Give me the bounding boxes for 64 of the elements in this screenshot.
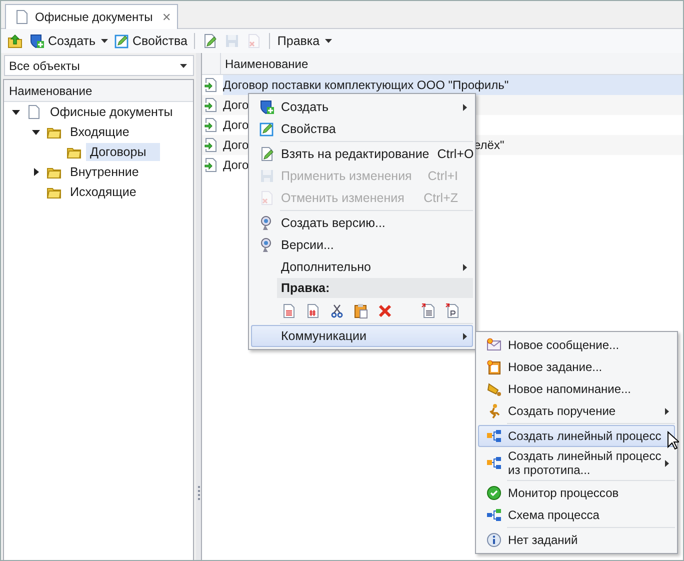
info-icon — [486, 532, 502, 548]
document-tab[interactable]: Офисные документы ✕ — [5, 4, 178, 29]
submenu-arrow-icon — [665, 408, 669, 415]
menu-item[interactable]: Коммуникации — [251, 325, 473, 347]
envelope-icon — [486, 337, 502, 353]
scissors-icon[interactable] — [329, 303, 345, 319]
tree-item[interactable]: Входящие — [66, 123, 134, 141]
menu-item[interactable]: Нет заданий — [478, 529, 675, 551]
pencil-square-icon — [114, 33, 130, 49]
task-icon — [486, 359, 502, 375]
paste-icon[interactable] — [353, 303, 369, 319]
dropdown-button[interactable]: Создать — [27, 31, 110, 51]
close-icon[interactable]: ✕ — [162, 10, 171, 24]
menu-item[interactable]: Создать — [251, 96, 473, 118]
document-hash-icon[interactable] — [305, 303, 321, 319]
caret-icon — [324, 39, 332, 43]
tree-item[interactable]: Договоры — [86, 143, 160, 161]
check-circle-icon — [486, 485, 502, 501]
menu-item[interactable]: Новое сообщение... — [478, 334, 675, 356]
menu-item[interactable]: Создать линейный процесс — [478, 425, 675, 447]
diagram-icon — [486, 507, 502, 523]
document-icon — [14, 9, 30, 25]
tree-item[interactable]: Внутренние — [66, 163, 143, 181]
dropdown-button[interactable]: Правка — [275, 31, 334, 51]
expanded-arrow-icon[interactable] — [32, 128, 40, 136]
pencil-square-icon — [258, 121, 274, 137]
shield-plus-icon — [258, 99, 274, 115]
menu-item[interactable]: Взять на редактирование Ctrl+O — [251, 143, 473, 165]
menu-item[interactable]: Дополнительно — [251, 256, 473, 278]
save-icon — [258, 168, 274, 184]
menu-item[interactable]: Создать версию... — [251, 212, 473, 234]
document-arrow-icon[interactable] — [421, 303, 437, 319]
list-row[interactable]: Договор поставки комплектующих ООО "Профиль" — [223, 75, 683, 95]
group-label: Правка: — [277, 278, 473, 298]
submenu-arrow-icon — [463, 104, 467, 111]
tree-item[interactable]: Исходящие — [66, 183, 140, 201]
menu-item[interactable]: Свойства — [251, 118, 473, 140]
menu-item[interactable]: Версии... — [251, 234, 473, 256]
submenu-arrow-icon — [463, 264, 467, 271]
column-header[interactable]: Наименование — [225, 56, 308, 70]
shield-plus-icon — [29, 33, 45, 49]
menu-item[interactable]: Создать поручение — [478, 400, 675, 422]
expanded-arrow-icon[interactable] — [12, 108, 20, 116]
menu-item[interactable]: Схема процесса — [478, 504, 675, 526]
menu-item[interactable]: Монитор процессов — [478, 482, 675, 504]
submenu-arrow-icon — [463, 333, 467, 340]
copy-icon[interactable] — [281, 303, 297, 319]
filter-dropdown[interactable]: Все объекты — [4, 55, 194, 76]
toolbar-button[interactable]: Свойства — [112, 31, 190, 51]
delete-icon[interactable] — [377, 303, 393, 319]
menu-item[interactable]: Создать линейный процесс из прототипа... — [478, 447, 675, 479]
submenu-arrow-icon — [665, 460, 669, 467]
collapsed-arrow-icon[interactable] — [32, 168, 40, 176]
menu-item[interactable]: Новое задание... — [478, 356, 675, 378]
document-icon — [26, 104, 42, 120]
document-p-icon[interactable] — [445, 303, 461, 319]
tree-item[interactable]: Офисные документы — [46, 103, 177, 121]
document-x-icon — [258, 190, 274, 206]
process-icon — [486, 455, 502, 471]
process-icon — [486, 428, 502, 444]
edit-document-icon — [258, 146, 274, 162]
caret-icon — [180, 64, 187, 68]
caret-icon — [100, 39, 108, 43]
menu-item[interactable]: Новое напоминание... — [478, 378, 675, 400]
